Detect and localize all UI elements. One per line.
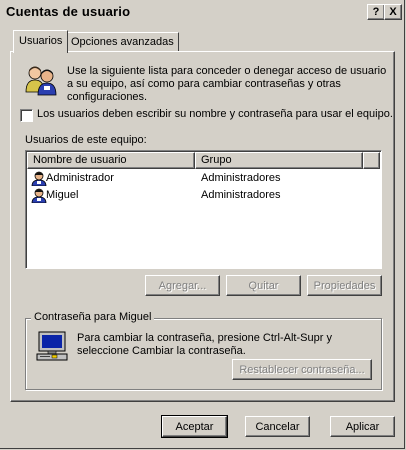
reset-password-button[interactable]: Restablecer contraseña...: [232, 359, 372, 380]
intro-text-line1: Use la siguiente lista para conceder o d…: [67, 65, 387, 77]
help-button[interactable]: ?: [367, 4, 385, 20]
list-item[interactable]: Administrador Administradores: [31, 170, 371, 187]
cancel-button[interactable]: Cancelar: [245, 416, 310, 437]
close-button[interactable]: X: [384, 4, 402, 20]
column-header-filler: [363, 152, 380, 169]
password-help-text: Para cambiar la contraseña, presione Ctr…: [77, 332, 332, 358]
tab-users[interactable]: Usuarios: [13, 30, 69, 53]
add-user-button[interactable]: Agregar...: [145, 275, 220, 296]
window-title: Cuentas de usuario: [6, 4, 131, 19]
user-group: Administradores: [201, 172, 281, 184]
intro-text: Use la siguiente lista para conceder o d…: [67, 65, 386, 104]
require-login-checkbox[interactable]: [20, 109, 33, 122]
properties-button[interactable]: Propiedades: [307, 275, 382, 296]
user-icon: [31, 188, 47, 208]
computer-icon: [36, 330, 70, 362]
column-header-group[interactable]: Grupo: [195, 152, 363, 169]
user-name: Miguel: [46, 189, 79, 201]
list-item[interactable]: Miguel Administradores: [31, 187, 371, 204]
remove-user-button[interactable]: Quitar: [226, 275, 301, 296]
apply-button[interactable]: Aplicar: [330, 416, 395, 437]
column-header-username[interactable]: Nombre de usuario: [27, 152, 195, 169]
user-name: Administrador: [46, 172, 114, 184]
users-list-label: Usuarios de este equipo:: [25, 134, 147, 146]
require-login-label[interactable]: Los usuarios deben escribir su nombre y …: [37, 108, 393, 120]
password-help-line2: seleccione Cambiar la contraseña.: [77, 345, 246, 357]
user-group: Administradores: [201, 189, 281, 201]
ok-button[interactable]: Aceptar: [161, 415, 228, 438]
users-icon: [24, 64, 58, 96]
password-group-title: Contraseña para Miguel: [31, 311, 155, 323]
intro-text-line3: configuraciones.: [67, 91, 148, 103]
intro-text-line2: a su equipo, así como para cambiar contr…: [67, 78, 341, 90]
users-list[interactable]: Nombre de usuario Grupo Administrador Ad…: [25, 150, 382, 269]
tab-advanced-options[interactable]: Opciones avanzadas: [66, 32, 179, 52]
password-help-line1: Para cambiar la contraseña, presione Ctr…: [77, 332, 332, 344]
